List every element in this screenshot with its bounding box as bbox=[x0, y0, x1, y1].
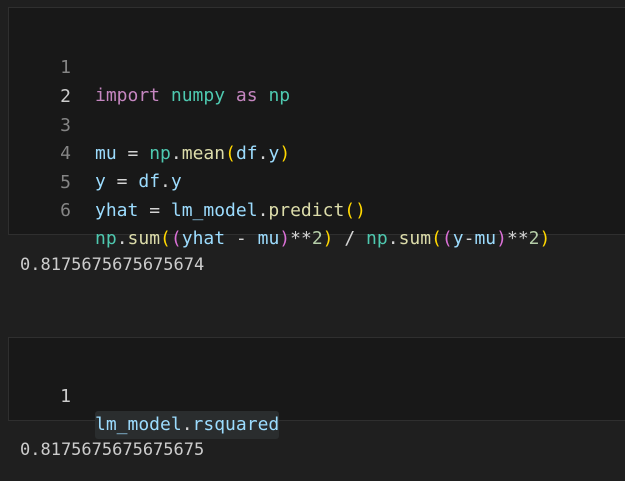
code-text[interactable]: mu = np.mean(df.y) bbox=[95, 140, 290, 168]
cell-output-2: 0.8175675675675675 bbox=[20, 440, 205, 460]
code-line[interactable]: 1 lm_model.rsquared bbox=[9, 355, 280, 439]
code-text[interactable]: import numpy as np bbox=[95, 82, 290, 110]
code-line[interactable]: 5 yhat = lm_model.predict() bbox=[9, 141, 366, 221]
code-text[interactable]: yhat = lm_model.predict() bbox=[95, 197, 366, 225]
code-text[interactable]: np.sum((yhat - mu)**2) / np.sum((y-mu)**… bbox=[95, 225, 550, 253]
code-cell-1[interactable]: 1 import numpy as np 2 3 mu = np.mean(df… bbox=[8, 7, 625, 249]
code-text[interactable]: y = df.y bbox=[95, 168, 182, 196]
cell-output-1: 0.8175675675675674 bbox=[20, 255, 205, 275]
code-cell-2[interactable]: 1 lm_model.rsquared bbox=[8, 337, 625, 439]
code-line[interactable]: 4 y = df.y bbox=[9, 112, 182, 192]
code-line[interactable]: 1 import numpy as np bbox=[9, 26, 290, 106]
code-line[interactable]: 6 np.sum((yhat - mu)**2) / np.sum((y-mu)… bbox=[9, 169, 550, 249]
code-text[interactable]: lm_model.rsquared bbox=[95, 411, 280, 439]
line-number: 6 bbox=[60, 200, 71, 221]
code-line[interactable]: 2 bbox=[9, 55, 71, 107]
line-number: 1 bbox=[60, 386, 71, 407]
code-line[interactable]: 3 mu = np.mean(df.y) bbox=[9, 84, 290, 164]
